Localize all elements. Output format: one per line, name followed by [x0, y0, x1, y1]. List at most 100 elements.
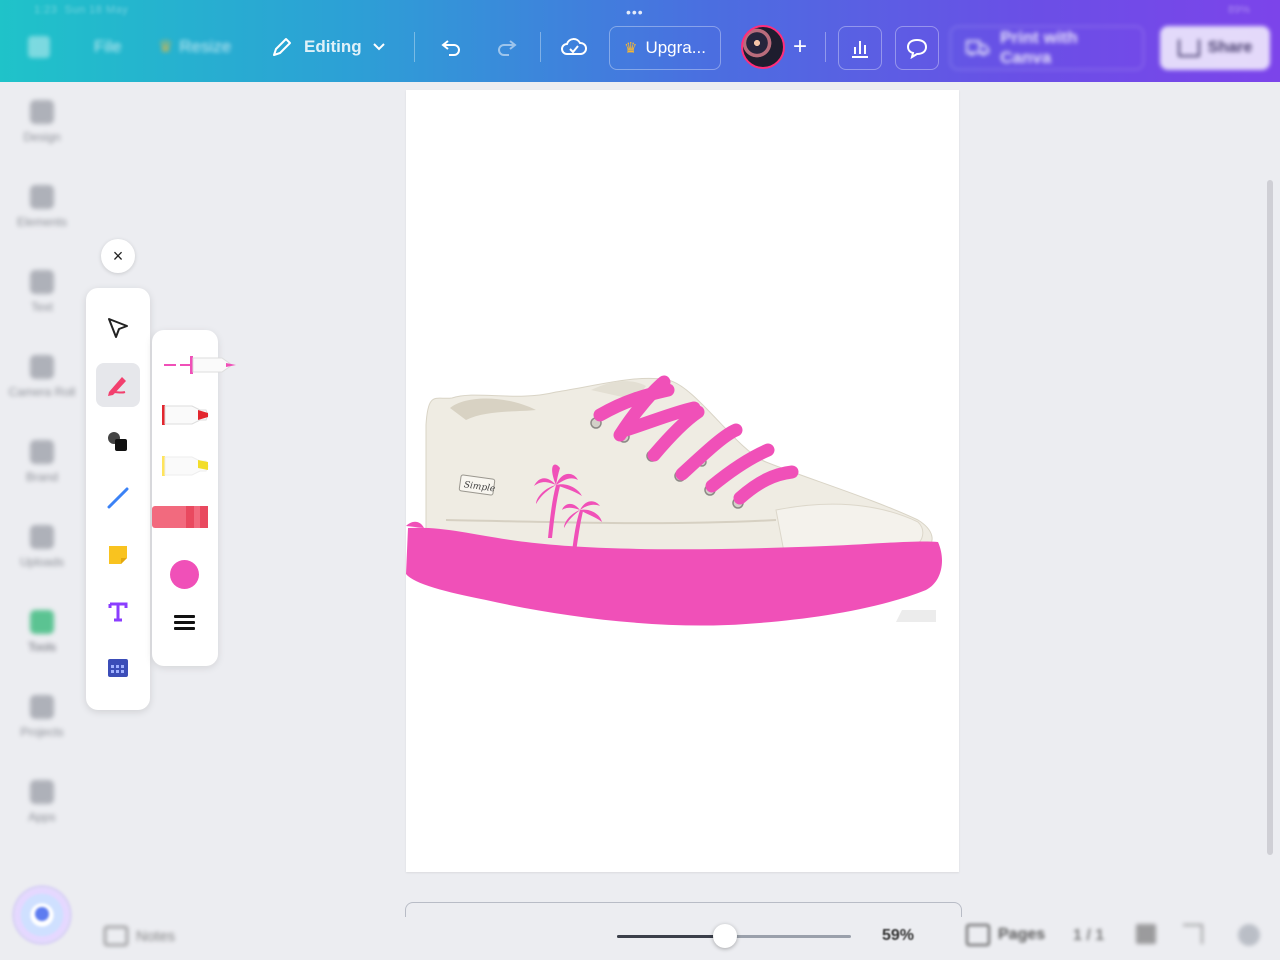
shapes-icon — [108, 432, 127, 451]
notes-icon — [104, 926, 128, 946]
sidebar-item-camera-roll[interactable]: Camera Roll — [0, 355, 84, 425]
editing-mode-dropdown[interactable]: Editing — [270, 26, 386, 68]
comment-icon — [906, 38, 928, 60]
share-label: Share — [1207, 39, 1253, 56]
editing-label: Editing — [304, 37, 362, 56]
plus-icon: + — [793, 33, 808, 60]
grid-view-button[interactable] — [1136, 924, 1160, 948]
toolbar-divider — [540, 32, 541, 62]
sidebar-item-elements[interactable]: Elements — [0, 185, 84, 255]
redo-icon — [498, 40, 517, 56]
pages-icon — [966, 924, 990, 946]
apps-icon — [30, 780, 54, 804]
cloud-save-button[interactable] — [553, 26, 595, 68]
text-icon — [30, 270, 54, 294]
pen-tool[interactable] — [96, 363, 140, 407]
text-tool[interactable] — [96, 590, 140, 634]
crown-icon: ♛ — [624, 40, 638, 57]
multitask-dots[interactable]: ••• — [626, 4, 644, 20]
add-collaborator-button[interactable]: + — [793, 26, 807, 68]
sidebar-item-apps[interactable]: Apps — [0, 780, 84, 850]
comments-button[interactable] — [895, 26, 939, 70]
sidebar-item-label: Text — [30, 300, 53, 314]
crown-icon: ♛ — [158, 37, 174, 56]
undo-icon — [441, 40, 460, 56]
shapes-tool[interactable] — [96, 420, 140, 464]
table-tool[interactable] — [96, 646, 140, 690]
sidebar-item-label: Tools — [27, 640, 56, 654]
select-arrow-icon — [108, 318, 128, 338]
file-menu[interactable]: File — [94, 26, 121, 68]
page-count: 1 / 1 — [1073, 927, 1105, 944]
highlighter-brush[interactable] — [160, 451, 220, 481]
pages-label: Pages — [998, 926, 1046, 943]
notes-button[interactable]: Notes — [104, 926, 175, 946]
close-icon: × — [112, 245, 124, 266]
resize-label: Resize — [179, 37, 232, 56]
print-with-canva-button[interactable]: Print with Canva — [950, 26, 1144, 70]
camera-icon — [30, 355, 54, 379]
next-page-preview[interactable] — [405, 902, 962, 917]
sidebar-item-uploads[interactable]: Uploads — [0, 525, 84, 595]
zoom-slider-handle[interactable] — [712, 924, 737, 948]
home-icon — [28, 36, 50, 58]
insights-button[interactable] — [838, 26, 882, 70]
sparkle-icon — [35, 907, 49, 921]
design-icon — [30, 100, 54, 124]
help-button[interactable] — [1238, 924, 1262, 948]
toolbar-divider — [414, 32, 415, 62]
elements-icon — [30, 185, 54, 209]
draw-toolbar — [86, 288, 150, 710]
marker-brush[interactable] — [160, 400, 220, 430]
bar-chart-icon — [852, 41, 868, 58]
undo-button[interactable] — [430, 26, 472, 68]
sidebar-item-label: Uploads — [19, 555, 65, 569]
pen-icon — [108, 377, 126, 396]
stroke-weight-button[interactable] — [174, 615, 195, 633]
sidebar-item-brand[interactable]: Brand — [0, 440, 84, 510]
sidebar-item-label: Camera Roll — [8, 385, 76, 399]
share-icon — [1177, 39, 1200, 57]
upgrade-button[interactable]: ♛ Upgra... — [609, 26, 721, 70]
help-icon — [1238, 924, 1260, 946]
status-time: 1:23 Sun 18 May — [34, 4, 129, 16]
canva-assistant-button[interactable] — [15, 888, 69, 942]
close-draw-button[interactable]: × — [101, 239, 135, 273]
zoom-level[interactable]: 59% — [882, 927, 914, 945]
sidebar-item-text[interactable]: Text — [0, 270, 84, 340]
truck-icon — [965, 40, 990, 56]
sidebar-item-label: Projects — [20, 725, 64, 739]
select-tool[interactable] — [96, 306, 140, 350]
fullscreen-button[interactable] — [1183, 924, 1207, 948]
text-icon — [108, 602, 128, 622]
sidebar: Design Elements Text Camera Roll Brand Upload… — [0, 82, 84, 960]
design-page[interactable]: Simple — [406, 90, 959, 872]
upgrade-label: Upgra... — [645, 38, 706, 57]
sidebar-item-projects[interactable]: Projects — [0, 695, 84, 765]
home-button[interactable] — [28, 26, 50, 68]
sidebar-item-tools[interactable]: Tools — [0, 610, 84, 680]
cloud-check-icon — [561, 38, 587, 55]
resize-button[interactable]: ♛ Resize — [158, 26, 231, 68]
vertical-scrollbar[interactable] — [1267, 180, 1273, 855]
brush-color-swatch[interactable] — [170, 560, 199, 589]
sidebar-item-design[interactable]: Design — [0, 100, 84, 170]
brand-icon — [30, 440, 54, 464]
redo-button[interactable] — [486, 26, 528, 68]
share-button[interactable]: Share — [1160, 26, 1270, 70]
pages-button[interactable]: Pages — [966, 924, 1045, 946]
sticky-note-icon — [109, 546, 127, 564]
uploads-icon — [30, 525, 54, 549]
top-toolbar: 1:23 Sun 18 May ••• 89% File ♛ Resize Ed… — [0, 0, 1280, 82]
sticky-note-tool[interactable] — [96, 533, 140, 577]
toolbar-divider — [825, 32, 826, 62]
table-icon — [108, 659, 128, 677]
avatar[interactable] — [741, 25, 785, 69]
sidebar-item-label: Elements — [16, 215, 68, 229]
sidebar-item-label: Design — [23, 130, 61, 144]
eraser-brush[interactable] — [152, 502, 212, 532]
pen-brush[interactable] — [160, 350, 250, 380]
sidebar-item-label: Brand — [25, 470, 59, 484]
sneaker-image[interactable]: Simple — [406, 90, 959, 872]
line-tool[interactable] — [96, 476, 140, 520]
